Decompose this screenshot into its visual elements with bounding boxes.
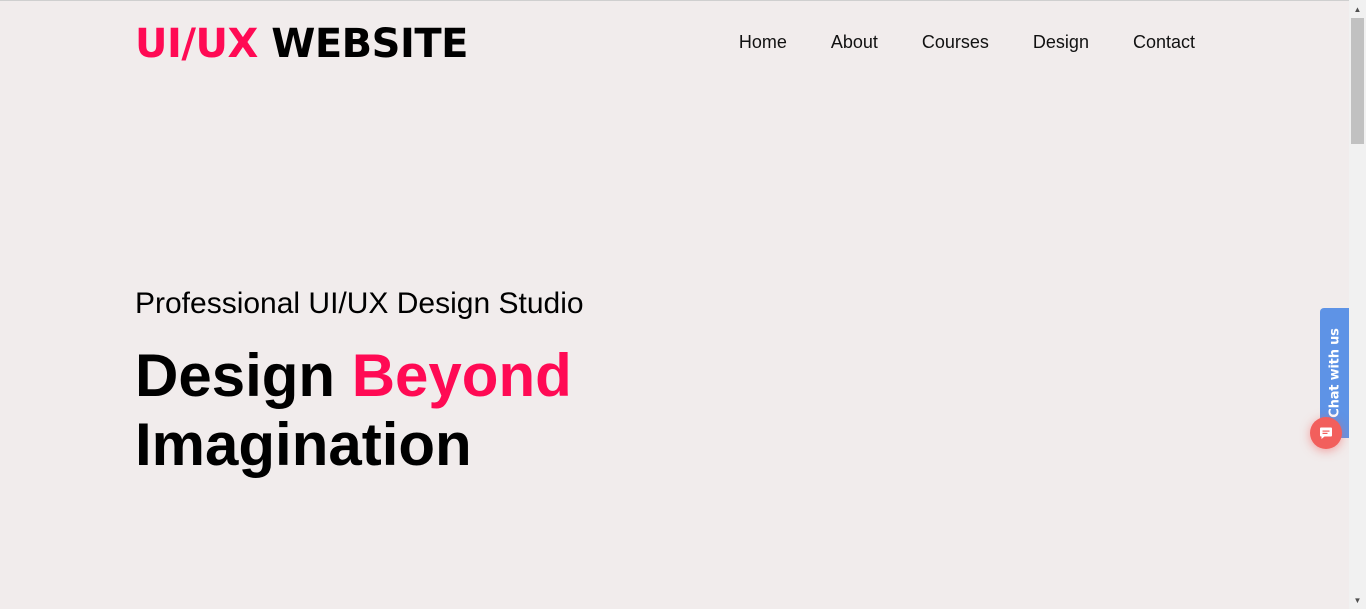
hero-section: Professional UI/UX Design Studio Design …: [135, 284, 584, 479]
hero-title-part1: Design: [135, 342, 352, 409]
nav-link-courses[interactable]: Courses: [922, 30, 989, 54]
hero-title-part2: Imagination: [135, 411, 472, 478]
site-logo[interactable]: UI/UX WEBSITE: [135, 18, 468, 70]
scroll-up-arrow-icon[interactable]: ▲: [1349, 1, 1366, 18]
scroll-down-arrow-icon[interactable]: ▼: [1349, 592, 1366, 609]
chat-bubble-icon: [1320, 427, 1332, 439]
nav-link-design[interactable]: Design: [1033, 30, 1089, 54]
chat-launcher-button[interactable]: [1310, 417, 1342, 449]
logo-main-text: WEBSITE: [271, 21, 468, 67]
hero-title-highlight: Beyond: [351, 342, 572, 409]
logo-accent-text: UI/UX: [135, 21, 258, 67]
main-nav: Home About Courses Design Contact: [739, 30, 1195, 54]
vertical-scrollbar[interactable]: ▲ ▼: [1349, 0, 1366, 609]
nav-link-contact[interactable]: Contact: [1133, 30, 1195, 54]
hero-title: Design Beyond Imagination: [135, 341, 584, 479]
scrollbar-thumb[interactable]: [1351, 18, 1364, 144]
nav-link-about[interactable]: About: [831, 30, 878, 54]
nav-link-home[interactable]: Home: [739, 30, 787, 54]
hero-subtitle: Professional UI/UX Design Studio: [135, 287, 584, 320]
site-header: UI/UX WEBSITE Home About Courses Design …: [135, 18, 1195, 70]
chat-tab-label: Chat with us: [1327, 328, 1342, 418]
page: UI/UX WEBSITE Home About Courses Design …: [0, 0, 1349, 609]
